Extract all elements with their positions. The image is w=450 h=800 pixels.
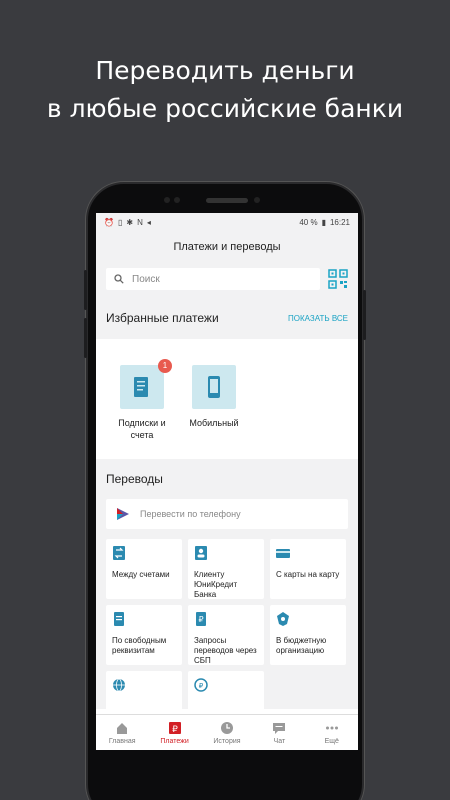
favorites-header: Избранные платежи ПОКАЗАТЬ ВСЕ: [96, 297, 358, 339]
tab-label: Чат: [273, 738, 286, 745]
document-icon: [134, 377, 148, 397]
ruble-icon: ₽: [168, 722, 181, 735]
tile-card-to-card[interactable]: С карты на карту: [270, 539, 346, 599]
notification-badge: 1: [158, 359, 172, 373]
phone-camera: [254, 197, 260, 203]
tile-between-accounts[interactable]: Между счетами: [106, 539, 182, 599]
tab-label: Ещё: [324, 738, 339, 745]
tile-free-details[interactable]: По свободным реквизитам: [106, 605, 182, 665]
status-right: 40 % ▮ 16:21: [295, 218, 350, 227]
status-icons: ⏰ ▯ ✱ N ◂: [104, 218, 155, 227]
tab-label: Платежи: [160, 738, 189, 745]
form-icon: [114, 612, 124, 626]
phone-transfer-button[interactable]: Перевести по телефону: [106, 499, 348, 529]
tab-home[interactable]: Главная: [96, 720, 148, 745]
search-placeholder: Поиск: [132, 273, 160, 285]
tile-sbp-requests[interactable]: ₽ Запросы переводов через СБП: [188, 605, 264, 665]
status-time: 16:21: [329, 217, 350, 227]
favorite-icon-box: 1: [120, 359, 172, 409]
promo-headline: Переводить деньги в любые российские бан…: [0, 52, 450, 128]
swap-icon: [113, 546, 125, 560]
emblem-icon: [277, 612, 289, 626]
card-icon: [276, 549, 290, 558]
clock-icon: [220, 722, 233, 734]
request-icon: ₽: [196, 612, 206, 626]
tab-history[interactable]: История: [201, 720, 253, 745]
transfers-title: Переводы: [96, 459, 358, 499]
tile-label: Запросы переводов через СБП: [194, 636, 257, 665]
tab-more[interactable]: Ещё: [306, 720, 358, 745]
tab-label: Главная: [108, 738, 136, 745]
tab-payments[interactable]: ₽ Платежи: [149, 720, 201, 745]
battery-icon: ▮: [321, 217, 326, 227]
bottom-tab-bar: Главная ₽ Платежи История Чат Ещё: [96, 714, 358, 750]
favorite-label: Подписки и счета: [118, 418, 166, 440]
phone-sensor: [174, 197, 180, 203]
currency-exchange-icon: ₽: [194, 678, 208, 692]
status-bar: ⏰ ▯ ✱ N ◂ 40 % ▮ 16:21: [96, 213, 358, 231]
bixby-button: [84, 318, 87, 358]
phone-transfer-label: Перевести по телефону: [140, 509, 241, 519]
search-row: Поиск: [96, 261, 358, 297]
chat-icon: [273, 723, 286, 734]
tile-label: Клиенту ЮниКредит Банка: [194, 570, 238, 599]
home-icon: [117, 723, 128, 734]
svg-text:₽: ₽: [172, 725, 178, 735]
alarm-icon: ⏰: [104, 217, 114, 227]
phone-transfer-row: Перевести по телефону: [96, 499, 358, 539]
app-screen: ⏰ ▯ ✱ N ◂ 40 % ▮ 16:21 Платежи и переводы Поис…: [96, 213, 358, 750]
tab-chat[interactable]: Чат: [253, 720, 305, 745]
tile-budget-organization[interactable]: В бюджетную организацию: [270, 605, 346, 665]
person-icon: [195, 546, 207, 560]
favorites-list: 1 Подписки и счета Мобильный: [96, 339, 358, 459]
qr-scan-icon[interactable]: [328, 269, 348, 289]
favorite-icon-box: [192, 365, 236, 409]
tile-label: В бюджетную организацию: [276, 636, 327, 655]
sim-icon: ▯: [117, 217, 123, 227]
show-all-link[interactable]: ПОКАЗАТЬ ВСЕ: [288, 314, 348, 323]
tab-label: История: [213, 738, 241, 745]
sbp-logo-icon: [117, 508, 129, 520]
bluetooth-icon: ✱: [126, 217, 134, 227]
page-title: Платежи и переводы: [96, 231, 358, 261]
nfc-icon: N: [137, 217, 143, 227]
tile-label: По свободным реквизитам: [112, 636, 167, 655]
favorite-mobile[interactable]: Мобильный: [178, 365, 250, 459]
phone-sensor: [164, 197, 170, 203]
more-icon: [325, 726, 338, 730]
battery-level: 40 %: [299, 217, 318, 227]
location-icon: ◂: [146, 217, 151, 227]
headline-line-1: Переводить деньги: [95, 56, 355, 85]
favorite-label: Мобильный: [189, 418, 239, 428]
favorites-title: Избранные платежи: [106, 311, 219, 325]
svg-text:₽: ₽: [199, 682, 204, 690]
tile-label: С карты на карту: [276, 570, 340, 579]
tile-label: Между счетами: [112, 570, 170, 579]
power-button: [363, 290, 366, 340]
favorite-subscriptions[interactable]: 1 Подписки и счета: [106, 359, 178, 459]
phone-speaker: [206, 198, 248, 203]
headline-line-2: в любые российские банки: [46, 94, 404, 123]
transfer-grid: Между счетами Клиенту ЮниКредит Банка С …: [96, 539, 358, 731]
search-input[interactable]: Поиск: [106, 268, 320, 290]
tile-unicredit-client[interactable]: Клиенту ЮниКредит Банка: [188, 539, 264, 599]
svg-text:₽: ₽: [198, 615, 203, 624]
search-icon: [114, 274, 124, 284]
phone-icon: [208, 376, 220, 398]
globe-icon: [113, 678, 125, 692]
volume-button: [84, 270, 87, 310]
